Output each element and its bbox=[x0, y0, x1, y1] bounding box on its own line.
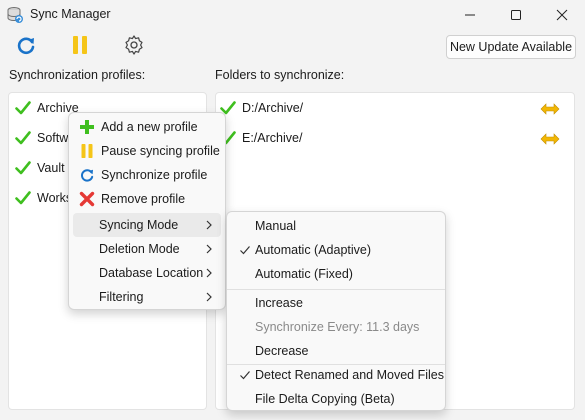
gear-icon bbox=[125, 35, 143, 55]
menu-item-deletion-mode[interactable]: Deletion Mode bbox=[73, 237, 221, 261]
bidirectional-arrow-icon[interactable] bbox=[540, 103, 560, 115]
checkmark-icon bbox=[15, 131, 31, 145]
maximize-icon bbox=[511, 10, 521, 20]
profile-label: Works bbox=[37, 191, 73, 205]
remove-icon bbox=[79, 191, 95, 207]
window-title: Sync Manager bbox=[30, 7, 111, 21]
folder-path: E:/Archive/ bbox=[242, 131, 303, 145]
menu-item-pause-profile[interactable]: Pause syncing profile bbox=[73, 139, 221, 163]
profile-label: Vault bbox=[37, 161, 65, 175]
new-update-button[interactable]: New Update Available bbox=[446, 35, 576, 59]
folder-item[interactable]: D:/Archive/ bbox=[220, 94, 570, 122]
folder-path: D:/Archive/ bbox=[242, 101, 304, 115]
maximize-button[interactable] bbox=[493, 0, 539, 30]
syncing-mode-submenu: Manual Automatic (Adaptive) Automatic (F… bbox=[226, 211, 446, 411]
profile-item-software[interactable]: Softw bbox=[15, 124, 68, 152]
chevron-right-icon bbox=[206, 292, 212, 302]
close-icon bbox=[556, 9, 568, 21]
menu-item-detect-renamed[interactable]: Detect Renamed and Moved Files bbox=[231, 363, 444, 387]
checkmark-icon bbox=[15, 161, 31, 175]
profile-context-menu: Add a new profile Pause syncing profile … bbox=[68, 112, 226, 310]
bidirectional-arrow-icon[interactable] bbox=[540, 133, 560, 145]
pause-icon bbox=[73, 36, 87, 54]
checkmark-icon bbox=[15, 191, 31, 205]
folders-label: Folders to synchronize: bbox=[215, 68, 345, 82]
menu-item-decrease[interactable]: Decrease bbox=[231, 339, 441, 363]
menu-item-synchronize-every: Synchronize Every: 11.3 days bbox=[255, 320, 420, 334]
refresh-button[interactable] bbox=[15, 34, 37, 56]
menu-separator bbox=[227, 289, 445, 290]
check-icon bbox=[240, 371, 250, 380]
menu-item-manual[interactable]: Manual bbox=[231, 214, 441, 238]
menu-item-syncing-mode[interactable]: Syncing Mode bbox=[73, 213, 221, 237]
menu-item-remove-profile[interactable]: Remove profile bbox=[73, 187, 221, 211]
pause-button[interactable] bbox=[69, 34, 91, 56]
close-window-button[interactable] bbox=[539, 0, 585, 30]
refresh-icon bbox=[17, 37, 35, 55]
menu-item-automatic-fixed[interactable]: Automatic (Fixed) bbox=[231, 262, 441, 286]
profiles-label: Synchronization profiles: bbox=[9, 68, 146, 82]
refresh-icon bbox=[79, 167, 95, 183]
pause-icon bbox=[79, 143, 95, 159]
database-icon bbox=[6, 6, 24, 24]
profile-item-vault[interactable]: Vault bbox=[15, 154, 65, 182]
menu-item-add-profile[interactable]: Add a new profile bbox=[73, 115, 221, 139]
plus-icon bbox=[79, 119, 95, 135]
chevron-right-icon bbox=[206, 220, 212, 230]
settings-button[interactable] bbox=[123, 34, 145, 56]
menu-item-increase[interactable]: Increase bbox=[231, 291, 441, 315]
folder-item[interactable]: E:/Archive/ bbox=[220, 124, 570, 152]
check-icon bbox=[240, 246, 250, 255]
chevron-right-icon bbox=[206, 244, 212, 254]
minimize-button[interactable] bbox=[447, 0, 493, 30]
profile-item-works[interactable]: Works bbox=[15, 184, 72, 212]
menu-item-database-location[interactable]: Database Location bbox=[73, 261, 221, 285]
title-bar: Sync Manager bbox=[0, 0, 585, 30]
menu-item-automatic-adaptive[interactable]: Automatic (Adaptive) bbox=[231, 238, 441, 262]
minimize-icon bbox=[465, 14, 475, 16]
checkmark-icon bbox=[15, 101, 31, 115]
menu-item-synchronize-profile[interactable]: Synchronize profile bbox=[73, 163, 221, 187]
menu-item-file-delta-copying[interactable]: File Delta Copying (Beta) bbox=[231, 387, 441, 411]
menu-item-filtering[interactable]: Filtering bbox=[73, 285, 221, 309]
profile-label: Softw bbox=[37, 131, 69, 145]
chevron-right-icon bbox=[206, 268, 212, 278]
